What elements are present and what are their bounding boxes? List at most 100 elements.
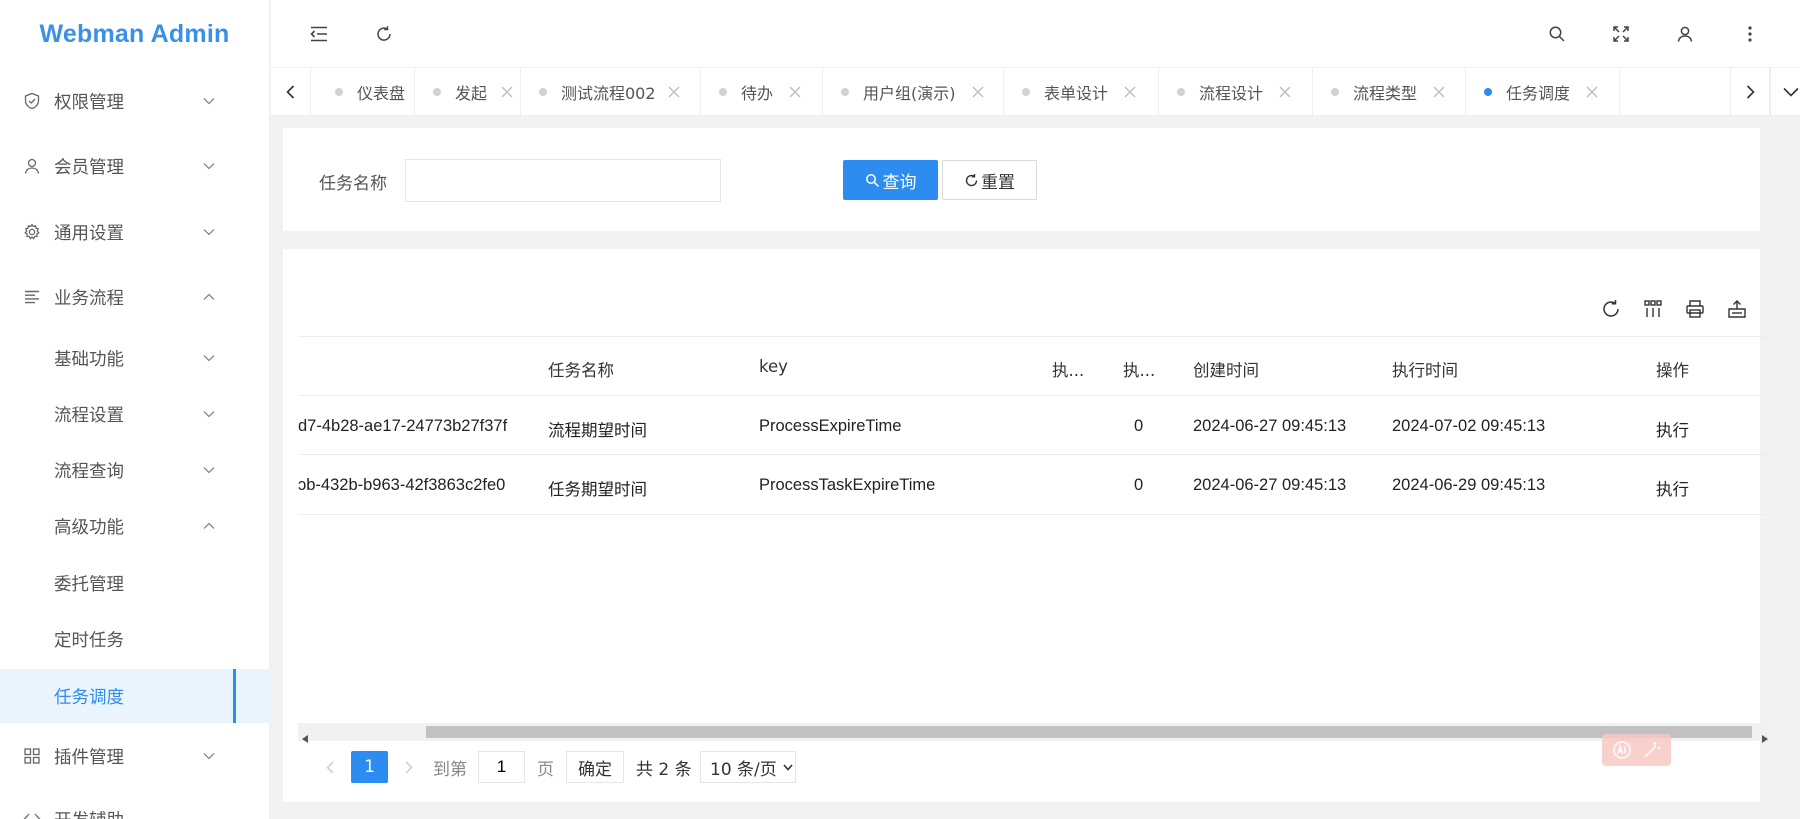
tab-process-type[interactable]: 流程类型 bbox=[1313, 68, 1466, 116]
column-header-exec-1[interactable]: 执... bbox=[1052, 357, 1084, 381]
sidebar-item-label: 权限管理 bbox=[54, 92, 124, 113]
sidebar-item-scheduled-tasks[interactable]: 定时任务 bbox=[0, 616, 269, 662]
column-header-created-time[interactable]: 创建时间 bbox=[1193, 357, 1259, 381]
sidebar-item-members[interactable]: 会员管理 bbox=[0, 143, 269, 189]
sidebar-item-label: 定时任务 bbox=[54, 630, 124, 651]
tab-dashboard[interactable]: 仪表盘 bbox=[311, 68, 415, 116]
tab-label: 用户组(演示) bbox=[863, 84, 956, 103]
tab-label: 仪表盘 bbox=[357, 84, 406, 103]
sidebar-item-process-settings[interactable]: 流程设置 bbox=[0, 391, 269, 437]
refresh-icon[interactable] bbox=[1599, 297, 1623, 321]
close-icon[interactable] bbox=[1433, 86, 1445, 98]
sidebar-item-process-query[interactable]: 流程查询 bbox=[0, 447, 269, 493]
sidebar-item-label: 基础功能 bbox=[54, 349, 124, 370]
app-logo[interactable]: Webman Admin bbox=[0, 0, 269, 68]
sidebar-item-label: 开发辅助 bbox=[54, 807, 124, 819]
align-left-icon bbox=[22, 287, 42, 307]
tabs-dropdown-button[interactable] bbox=[1770, 68, 1800, 116]
sidebar-item-label: 流程设置 bbox=[54, 405, 124, 426]
sidebar-item-permissions[interactable]: 权限管理 bbox=[0, 78, 269, 124]
close-icon[interactable] bbox=[1586, 86, 1598, 98]
chevron-down-icon bbox=[203, 352, 215, 364]
tab-initiate[interactable]: 发起 bbox=[415, 68, 521, 116]
tab-status-dot bbox=[433, 88, 441, 96]
page-1-button[interactable]: 1 bbox=[351, 751, 388, 783]
tab-label: 待办 bbox=[741, 84, 774, 103]
sidebar-item-business-process[interactable]: 业务流程 bbox=[0, 274, 269, 320]
search-icon[interactable] bbox=[1545, 22, 1569, 46]
total-count-label: 共 2 条 bbox=[636, 759, 692, 780]
reset-button[interactable]: 重置 bbox=[942, 160, 1037, 200]
tab-label: 流程设计 bbox=[1199, 84, 1264, 103]
tab-label: 表单设计 bbox=[1044, 84, 1109, 103]
tab-task-scheduling[interactable]: 任务调度 bbox=[1466, 68, 1620, 116]
close-icon[interactable] bbox=[972, 86, 984, 98]
cell-created-time: 2024-06-27 09:45:13 bbox=[1193, 476, 1347, 494]
user-icon[interactable] bbox=[1673, 22, 1697, 46]
cell-key: ProcessExpireTime bbox=[759, 417, 902, 435]
search-panel: 任务名称 查询 重置 bbox=[283, 128, 1760, 231]
page-size-value: 10 条/页 bbox=[710, 759, 777, 780]
close-icon[interactable] bbox=[668, 86, 680, 98]
goto-confirm-button[interactable]: 确定 bbox=[566, 751, 624, 783]
sidebar-item-basic-functions[interactable]: 基础功能 bbox=[0, 335, 269, 381]
tabs-scroll-left-button[interactable] bbox=[271, 68, 311, 116]
tab-status-dot bbox=[1331, 88, 1339, 96]
column-header-exec-2[interactable]: 执... bbox=[1123, 357, 1155, 381]
task-name-input[interactable] bbox=[405, 159, 721, 202]
close-icon[interactable] bbox=[501, 86, 513, 98]
table-row-divider bbox=[298, 454, 1772, 455]
sidebar-item-plugins[interactable]: 插件管理 bbox=[0, 733, 269, 779]
chevron-down-icon bbox=[203, 408, 215, 420]
close-icon[interactable] bbox=[1279, 86, 1291, 98]
execute-link[interactable]: 执行 bbox=[1656, 476, 1689, 500]
next-page-button[interactable] bbox=[397, 750, 421, 784]
cell-id: ɔb-432b-b963-42f3863c2fe0 bbox=[298, 476, 506, 494]
refresh-icon[interactable] bbox=[372, 22, 396, 46]
tab-form-design[interactable]: 表单设计 bbox=[1004, 68, 1159, 116]
sidebar-item-general-settings[interactable]: 通用设置 bbox=[0, 209, 269, 255]
tab-todo[interactable]: 待办 bbox=[701, 68, 823, 116]
scroll-right-arrow-icon[interactable] bbox=[1762, 728, 1768, 747]
sidebar: Webman Admin 权限管理 会员管理 通用设置 业务流程 基础功能 流程… bbox=[0, 0, 270, 819]
page-size-select[interactable]: 10 条/页 bbox=[700, 751, 796, 783]
tabs-scroll-right-button[interactable] bbox=[1730, 68, 1770, 116]
apps-icon bbox=[22, 746, 42, 766]
tab-user-group-demo[interactable]: 用户组(演示) bbox=[823, 68, 1004, 116]
user-icon bbox=[22, 156, 42, 176]
gear-icon bbox=[22, 222, 42, 242]
scroll-left-arrow-icon[interactable] bbox=[302, 728, 308, 747]
scrollbar-thumb[interactable] bbox=[426, 726, 1752, 738]
sidebar-item-dev-tools[interactable]: 开发辅助 bbox=[0, 796, 269, 819]
ai-assistant-badge[interactable] bbox=[1602, 734, 1671, 766]
close-icon[interactable] bbox=[1124, 86, 1136, 98]
prev-page-button[interactable] bbox=[318, 750, 342, 784]
tab-status-dot bbox=[841, 88, 849, 96]
export-icon[interactable] bbox=[1725, 297, 1749, 321]
chevron-up-icon bbox=[203, 520, 215, 532]
close-icon[interactable] bbox=[789, 86, 801, 98]
column-header-exec-time[interactable]: 执行时间 bbox=[1392, 357, 1458, 381]
fullscreen-icon[interactable] bbox=[1609, 22, 1633, 46]
tab-process-design[interactable]: 流程设计 bbox=[1159, 68, 1313, 116]
cell-exec-time: 2024-06-29 09:45:13 bbox=[1392, 476, 1546, 494]
goto-page-input[interactable] bbox=[478, 751, 525, 783]
menu-collapse-icon[interactable] bbox=[307, 22, 331, 46]
print-icon[interactable] bbox=[1683, 297, 1707, 321]
more-vertical-icon[interactable] bbox=[1738, 22, 1762, 46]
columns-icon[interactable] bbox=[1641, 297, 1665, 321]
tab-test-process-002[interactable]: 测试流程002 bbox=[521, 68, 701, 116]
sidebar-item-task-scheduling[interactable]: 任务调度 bbox=[0, 669, 269, 723]
execute-link[interactable]: 执行 bbox=[1656, 417, 1689, 441]
cell-id: d7-4b28-ae17-24773b27f37f bbox=[298, 417, 508, 435]
sidebar-item-advanced-functions[interactable]: 高级功能 bbox=[0, 503, 269, 549]
cell-created-time: 2024-06-27 09:45:13 bbox=[1193, 417, 1347, 435]
query-button[interactable]: 查询 bbox=[843, 160, 938, 200]
table-horizontal-scrollbar[interactable] bbox=[298, 723, 1772, 743]
sidebar-item-label: 通用设置 bbox=[54, 223, 124, 244]
cell-task-name: 任务期望时间 bbox=[548, 481, 647, 499]
column-header-task-name[interactable]: 任务名称 bbox=[548, 357, 614, 381]
chevron-down-icon bbox=[203, 160, 215, 172]
column-header-key[interactable]: key bbox=[759, 357, 788, 376]
sidebar-item-delegation[interactable]: 委托管理 bbox=[0, 560, 269, 606]
